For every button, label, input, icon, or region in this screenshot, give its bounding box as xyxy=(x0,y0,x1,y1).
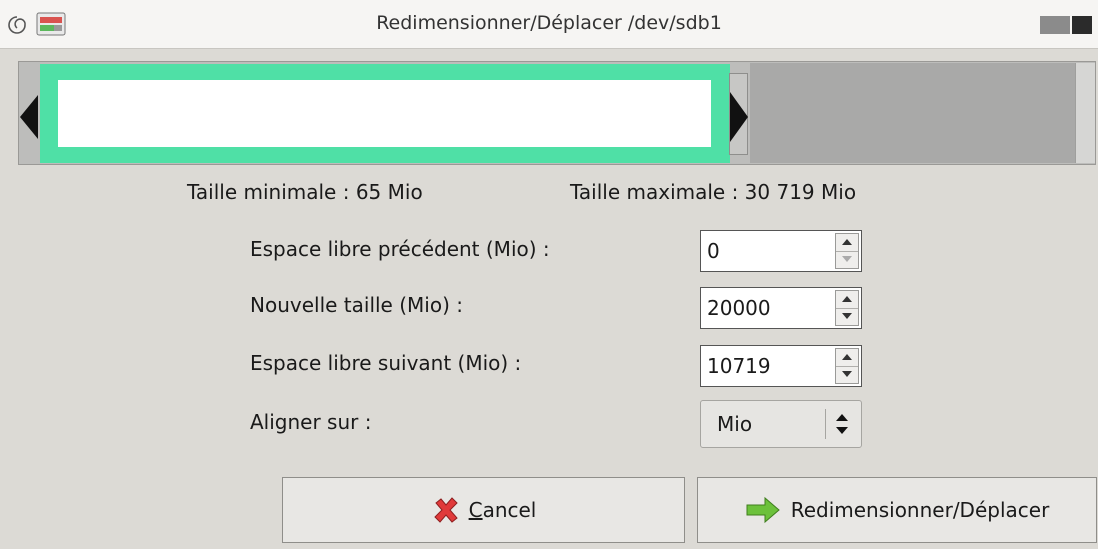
visualizer-right-edge xyxy=(1075,63,1095,163)
green-arrow-icon xyxy=(746,496,780,524)
red-cross-icon xyxy=(433,497,458,523)
right-resize-handle-icon[interactable] xyxy=(728,92,750,142)
increment-arrow-icon[interactable] xyxy=(836,234,858,252)
left-resize-handle-icon[interactable] xyxy=(20,95,42,139)
free-space-after-label: Espace libre suivant (Mio) : xyxy=(250,351,522,375)
maximum-size-label: Taille maximale : 30 719 Mio xyxy=(570,180,857,204)
align-label: Aligner sur : xyxy=(250,410,372,434)
free-space-before-spinbox[interactable]: 0 xyxy=(700,230,862,272)
free-space-after-value[interactable]: 10719 xyxy=(707,346,771,386)
increment-arrow-icon[interactable] xyxy=(836,291,858,309)
new-size-label: Nouvelle taille (Mio) : xyxy=(250,293,463,317)
cancel-button-label: Cancel xyxy=(468,498,537,522)
window-title: Redimensionner/Déplacer /dev/sdb1 xyxy=(376,12,722,34)
window-controls-icon[interactable] xyxy=(1040,16,1092,34)
combo-separator xyxy=(825,409,826,439)
align-selected-value: Mio xyxy=(717,412,753,436)
free-space-before-value[interactable]: 0 xyxy=(707,231,720,271)
debian-swirl-icon[interactable] xyxy=(6,14,28,36)
increment-arrow-icon[interactable] xyxy=(836,349,858,367)
unallocated-space xyxy=(750,63,1075,163)
decrement-arrow-icon[interactable] xyxy=(836,251,858,268)
minimum-size-label: Taille minimale : 65 Mio xyxy=(187,180,423,204)
decrement-arrow-icon[interactable] xyxy=(836,308,858,325)
new-size-spinbox[interactable]: 20000 xyxy=(700,287,862,329)
align-combobox[interactable]: Mio xyxy=(700,400,862,448)
resize-move-button-label: Redimensionner/Déplacer xyxy=(790,498,1050,522)
free-space-before-label: Espace libre précédent (Mio) : xyxy=(250,237,550,261)
updown-arrows-icon xyxy=(836,414,848,434)
free-space-after-spinbox[interactable]: 10719 xyxy=(700,345,862,387)
resize-move-button[interactable]: Redimensionner/Déplacer xyxy=(697,477,1097,543)
gparted-icon xyxy=(36,12,66,36)
new-size-value[interactable]: 20000 xyxy=(707,288,771,328)
cancel-button[interactable]: Cancel xyxy=(282,477,685,543)
decrement-arrow-icon[interactable] xyxy=(836,366,858,383)
partition-used-area xyxy=(58,80,711,147)
